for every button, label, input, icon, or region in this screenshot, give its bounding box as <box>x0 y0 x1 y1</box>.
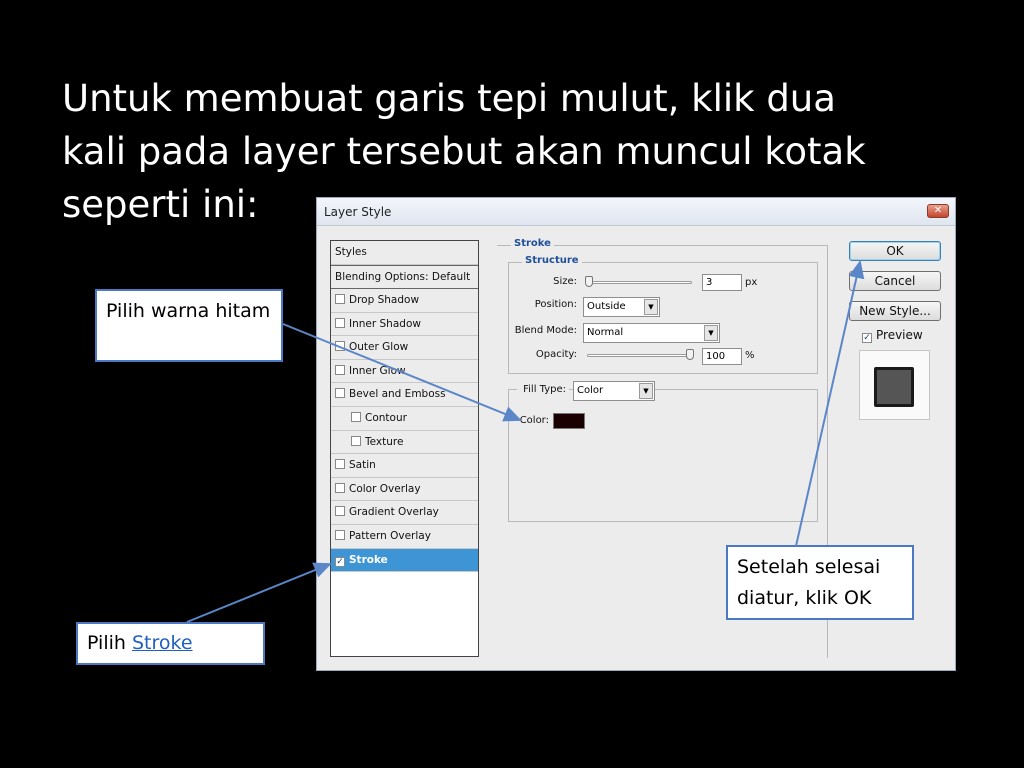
color-label: Color: <box>519 415 549 426</box>
size-label: Size: <box>553 276 577 287</box>
opacity-label: Opacity: <box>535 349 577 360</box>
callout-pilih-warna: Pilih warna hitam <box>95 289 283 362</box>
style-item-label: Contour <box>365 412 407 424</box>
opacity-input[interactable]: 100 <box>702 348 742 365</box>
stroke-link[interactable]: Stroke <box>132 632 193 654</box>
opacity-slider-handle[interactable] <box>686 349 694 360</box>
style-item-label: Drop Shadow <box>349 294 420 306</box>
style-item-label: Gradient Overlay <box>349 506 439 519</box>
callout-klik-ok: Setelah selesai diatur, klik OK <box>726 545 914 620</box>
cancel-button[interactable]: Cancel <box>849 271 941 291</box>
new-style-button[interactable]: New Style... <box>849 301 941 321</box>
dialog-title: Layer Style <box>324 205 392 219</box>
callout-pilih-stroke: Pilih Stroke <box>76 622 265 665</box>
style-item-inner-shadow[interactable]: Inner Shadow <box>331 312 478 337</box>
style-item-label: Outer Glow <box>349 341 409 354</box>
size-unit: px <box>745 277 758 288</box>
preview-box <box>859 350 930 420</box>
style-checkbox[interactable] <box>335 530 345 540</box>
opacity-unit: % <box>745 350 755 361</box>
style-checkbox[interactable] <box>335 364 345 375</box>
preview-thumbnail <box>874 367 914 407</box>
style-item-label: Inner Shadow <box>349 317 421 330</box>
chevron-down-icon[interactable]: ▼ <box>639 383 653 399</box>
style-item-label: Stroke <box>349 553 388 566</box>
blend-mode-value: Normal <box>587 327 624 338</box>
ok-button[interactable]: OK <box>849 241 941 261</box>
structure-legend: Structure <box>522 255 582 266</box>
style-checkbox[interactable] <box>335 459 345 470</box>
style-item-label: Satin <box>349 459 376 472</box>
style-checkbox[interactable] <box>335 294 345 304</box>
style-checkbox[interactable] <box>351 435 361 446</box>
styles-header[interactable]: Styles <box>331 241 478 265</box>
fill-type-select[interactable]: Color ▼ <box>573 381 655 401</box>
chevron-down-icon[interactable]: ▼ <box>644 299 658 315</box>
preview-checkbox[interactable]: ✓ <box>862 333 872 343</box>
dialog-titlebar[interactable]: Layer Style ✕ <box>317 198 955 226</box>
preview-toggle[interactable]: ✓ Preview <box>862 328 923 343</box>
position-label: Position: <box>534 299 577 310</box>
style-item-gradient-overlay[interactable]: Gradient Overlay <box>331 501 478 525</box>
style-item-pattern-overlay[interactable]: Pattern Overlay <box>331 525 478 549</box>
color-swatch[interactable] <box>553 413 585 429</box>
style-checkbox[interactable] <box>335 317 345 328</box>
style-checkbox[interactable] <box>335 482 345 493</box>
size-slider-track[interactable] <box>587 281 692 284</box>
style-item-drop-shadow[interactable]: Drop Shadow <box>331 289 478 313</box>
callout-stroke-prefix: Pilih <box>87 632 132 654</box>
style-checkbox[interactable] <box>335 388 345 399</box>
chevron-down-icon[interactable]: ▼ <box>704 325 718 341</box>
style-checkbox[interactable] <box>335 506 345 517</box>
style-item-label: Color Overlay <box>349 482 421 495</box>
fill-group <box>508 389 818 522</box>
style-item-bevel-and-emboss[interactable]: Bevel and Emboss <box>331 383 478 407</box>
style-checkbox[interactable]: ✓ <box>335 556 345 567</box>
preview-label: Preview <box>876 328 923 342</box>
size-slider-handle[interactable] <box>585 276 593 287</box>
fill-type-label: Fill Type: <box>517 384 569 395</box>
close-icon[interactable]: ✕ <box>927 204 949 218</box>
blend-mode-label: Blend Mode: <box>514 325 577 336</box>
size-input[interactable]: 3 <box>702 274 742 291</box>
blend-mode-select[interactable]: Normal ▼ <box>583 323 720 343</box>
style-item-label: Texture <box>365 435 404 448</box>
style-item-outer-glow[interactable]: Outer Glow <box>331 336 478 360</box>
style-item-color-overlay[interactable]: Color Overlay <box>331 477 478 502</box>
fill-type-value: Color <box>577 385 604 396</box>
arrow-to-stroke <box>186 562 332 623</box>
style-item-stroke[interactable]: ✓ Stroke <box>331 548 478 573</box>
style-item-label: Pattern Overlay <box>349 530 431 542</box>
style-checkbox[interactable] <box>351 412 361 422</box>
opacity-slider-track[interactable] <box>587 354 692 357</box>
slide-title-line-2: kali pada layer tersebut akan muncul kot… <box>62 130 866 173</box>
style-item-label: Bevel and Emboss <box>349 388 446 401</box>
stroke-legend: Stroke <box>511 238 554 249</box>
style-item-label: Inner Glow <box>349 364 406 377</box>
style-item-contour[interactable]: Contour <box>331 407 478 431</box>
slide-title-line-1: Untuk membuat garis tepi mulut, klik dua <box>62 77 836 120</box>
position-value: Outside <box>587 301 626 312</box>
style-item-satin[interactable]: Satin <box>331 454 478 478</box>
style-item-inner-glow[interactable]: Inner Glow <box>331 359 478 384</box>
style-item-texture[interactable]: Texture <box>331 430 478 455</box>
styles-list: Styles Blending Options: Default Drop Sh… <box>330 240 479 657</box>
style-checkbox[interactable] <box>335 341 345 352</box>
blending-options-item[interactable]: Blending Options: Default <box>331 265 478 289</box>
position-select[interactable]: Outside ▼ <box>583 297 660 317</box>
